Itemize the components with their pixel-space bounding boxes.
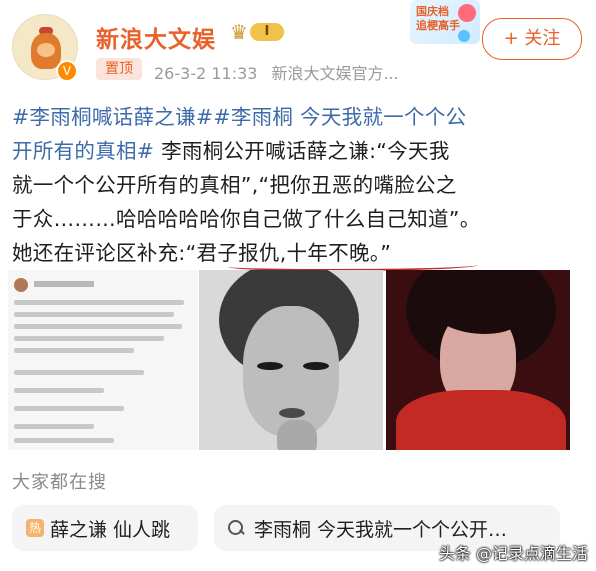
search-chip[interactable]: 热 薛之谦 仙人跳 <box>12 505 198 551</box>
post-meta: 26-3-2 11:33 新浪大文娱官方... <box>154 60 399 84</box>
hashtag-line[interactable]: #李雨桐喊话薛之谦##李雨桐 今天我就一个个公 <box>12 100 590 134</box>
portrait-eye <box>303 362 329 370</box>
trending-search-label: 大家都在搜 <box>12 472 107 493</box>
search-icon <box>228 520 244 536</box>
username[interactable]: 新浪大文娱 <box>96 20 216 54</box>
promo-text: 国庆档 追梗高手 <box>416 5 460 32</box>
verified-badge-icon: V <box>56 60 78 82</box>
pinned-badge: 置顶 <box>96 58 142 80</box>
post-image-portrait-red[interactable] <box>386 270 570 450</box>
watermark: 头条 @记录点滴生活 <box>438 544 588 563</box>
post-image-portrait-bw[interactable] <box>199 270 383 450</box>
timestamp: 26-3-2 11:33 <box>154 64 258 83</box>
thumb-avatar <box>14 278 28 292</box>
thumb-text-row <box>14 424 94 429</box>
search-chip-label: 薛之谦 仙人跳 <box>50 518 171 541</box>
thumb-text-row <box>14 388 104 393</box>
promo-banner[interactable]: 国庆档 追梗高手 <box>410 0 480 44</box>
hot-icon: 热 <box>26 519 44 537</box>
thumb-text-row <box>14 300 184 305</box>
post-line: 于众………哈哈哈哈哈你自己做了什么自己知道”。 <box>12 207 481 231</box>
post-image-screenshot[interactable] <box>8 270 198 450</box>
post-source: 新浪大文娱官方... <box>271 64 399 83</box>
search-chip-label: 李雨桐 今天我就一个个公开… <box>254 518 508 541</box>
thumb-username <box>34 281 94 287</box>
follow-button[interactable]: + 关注 <box>482 18 582 60</box>
thumb-text-row <box>14 336 164 341</box>
portrait-coat <box>396 390 566 450</box>
promo-decoration <box>458 30 470 42</box>
avatar-face <box>37 43 55 57</box>
thumb-text-row <box>14 406 124 411</box>
member-badge[interactable]: ♛ I <box>230 21 284 43</box>
thumb-text-row <box>14 348 134 353</box>
promo-decoration <box>458 4 476 22</box>
portrait-hand <box>277 420 317 450</box>
thumb-text-row <box>14 370 144 375</box>
thumb-text-row <box>14 312 174 317</box>
post-line: 开所有的真相# 李雨桐公开喊话薛之谦:“今天我 <box>12 139 450 163</box>
post-text: #李雨桐喊话薛之谦##李雨桐 今天我就一个个公 开所有的真相# 李雨桐公开喊话薛… <box>12 100 590 270</box>
level-badge: I <box>249 23 284 41</box>
thumb-text-row <box>14 324 182 329</box>
post-line: 就一个个公开所有的真相”,“把你丑恶的嘴脸公之 <box>12 173 457 197</box>
thumb-text-row <box>14 438 114 443</box>
portrait-eye <box>257 362 283 370</box>
crown-icon: ♛ <box>230 20 248 44</box>
hashtag[interactable]: 开所有的真相# <box>12 139 154 163</box>
portrait-lips <box>279 408 305 418</box>
